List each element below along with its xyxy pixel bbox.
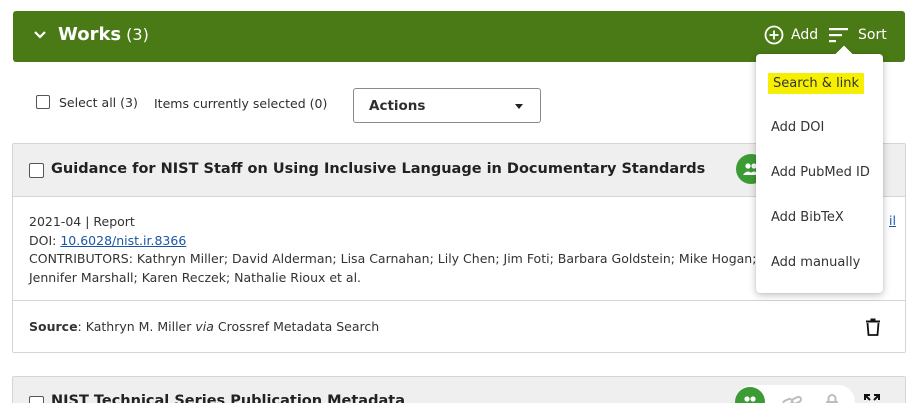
source-label: Source — [29, 319, 78, 334]
lock-icon[interactable] — [823, 394, 841, 403]
work-title: Guidance for NIST Staff on Using Inclusi… — [51, 161, 706, 177]
work-doi-line: DOI: 10.6028/nist.ir.8366 — [29, 232, 756, 251]
select-all-checkbox[interactable] — [36, 95, 50, 109]
chevron-down-icon[interactable] — [34, 30, 46, 40]
work-details: 2021-04 | Report DOI: 10.6028/nist.ir.83… — [29, 213, 756, 287]
link-icon[interactable] — [781, 395, 803, 403]
source-service: Crossref Metadata Search — [213, 319, 380, 334]
source-via: via — [195, 319, 214, 334]
work-card: NIST Technical Series Publication Metada… — [12, 376, 906, 403]
partial-link[interactable]: il — [889, 213, 896, 228]
sort-icon — [829, 28, 848, 43]
menu-item-search-link[interactable]: Search & link — [768, 73, 865, 94]
menu-item-add-manually[interactable]: Add manually — [771, 255, 860, 270]
sort-button[interactable]: Sort — [829, 23, 887, 47]
works-count: (3) — [126, 25, 149, 44]
items-selected-text: Items currently selected (0) — [154, 96, 328, 111]
work-checkbox[interactable] — [29, 396, 44, 403]
doi-link[interactable]: 10.6028/nist.ir.8366 — [60, 233, 186, 248]
work-contributors-line2: Jennifer Marshall; Karen Reczek; Nathali… — [29, 269, 362, 285]
menu-item-add-pubmed-id[interactable]: Add PubMed ID — [771, 165, 870, 180]
work-source: Source: Kathryn M. Miller via Crossref M… — [29, 319, 379, 334]
add-menu: Search & link Add DOI Add PubMed ID Add … — [756, 54, 883, 293]
plus-circle-icon — [764, 25, 784, 45]
expand-icon[interactable] — [864, 394, 880, 403]
menu-item-add-bibtex[interactable]: Add BibTeX — [771, 210, 844, 225]
source-author: : Kathryn M. Miller — [77, 319, 196, 334]
works-title: Works (3) — [58, 24, 149, 45]
add-button[interactable]: Add — [764, 23, 818, 47]
work-contributors-line1: CONTRIBUTORS: Kathryn Miller; David Alde… — [29, 251, 757, 266]
work-card-header: NIST Technical Series Publication Metada… — [13, 377, 905, 403]
work-date-type: 2021-04 | Report — [29, 214, 135, 229]
add-label: Add — [791, 27, 819, 43]
contributors-group-icon[interactable] — [735, 387, 765, 403]
trash-icon[interactable] — [865, 318, 881, 336]
menu-item-add-doi[interactable]: Add DOI — [771, 120, 824, 135]
doi-label: DOI: — [29, 232, 61, 248]
select-all-label[interactable]: Select all (3) — [59, 95, 138, 110]
actions-select[interactable]: Actions — [353, 88, 541, 123]
sort-label: Sort — [858, 27, 887, 43]
actions-label: Actions — [369, 97, 426, 114]
work-checkbox[interactable] — [29, 163, 44, 178]
work-title: NIST Technical Series Publication Metada… — [51, 393, 405, 403]
divider — [13, 300, 905, 301]
caret-down-icon — [515, 104, 523, 109]
works-title-text: Works — [58, 24, 122, 45]
work-action-pill — [735, 385, 855, 403]
